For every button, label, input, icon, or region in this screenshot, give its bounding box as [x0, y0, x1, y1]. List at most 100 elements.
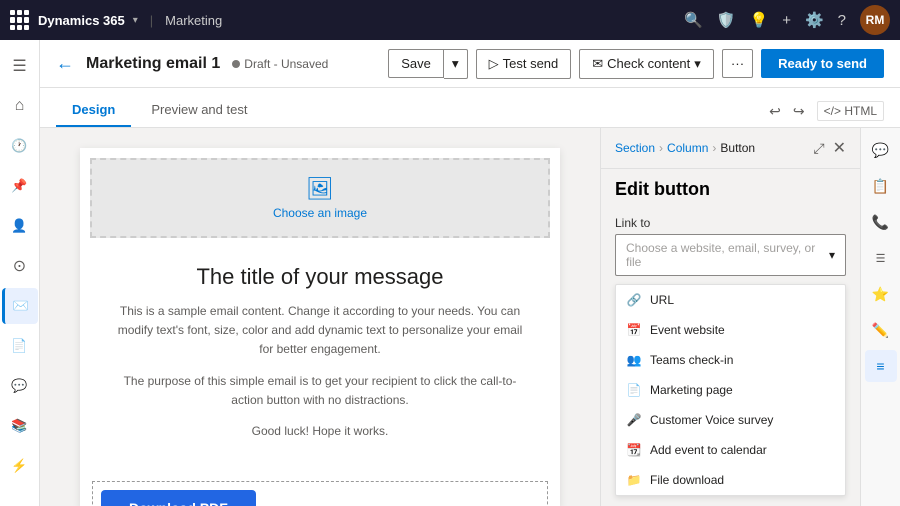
save-button[interactable]: Save — [388, 49, 444, 78]
panel-close-button[interactable]: ✕ — [833, 138, 846, 158]
app-grid-icon[interactable] — [10, 10, 30, 30]
breadcrumb-button: Button — [720, 141, 755, 155]
breadcrumb-sep2: › — [712, 141, 716, 155]
edit-panel-title: Edit button — [601, 169, 860, 206]
check-content-button[interactable]: ✉ Check content ▾ — [579, 49, 714, 79]
help-icon[interactable]: ? — [838, 12, 846, 29]
panel-header-actions: ⤢ ✕ — [813, 138, 846, 158]
menu-item-event-label: Event website — [650, 323, 725, 337]
ready-to-send-button[interactable]: Ready to send — [761, 49, 884, 78]
idea-icon[interactable]: 💡 — [750, 11, 769, 29]
sidebar-item-recent[interactable]: 🕐 — [2, 128, 38, 164]
draft-badge: Draft - Unsaved — [232, 57, 328, 71]
draft-dot — [232, 60, 240, 68]
shield-icon[interactable]: 🛡️ — [717, 11, 736, 29]
check-icon: ✉ — [592, 56, 603, 72]
nav-module: Marketing — [165, 13, 222, 28]
back-button[interactable]: ← — [56, 53, 74, 74]
html-button[interactable]: </> HTML — [817, 101, 884, 121]
sidebar-item-segments[interactable]: ⊙ — [2, 248, 38, 284]
test-send-button[interactable]: ▷ Test send — [476, 49, 572, 79]
dropdown-caret: ▾ — [829, 248, 835, 262]
undo-icon[interactable]: ↩ — [769, 103, 781, 120]
breadcrumb-section[interactable]: Section — [615, 141, 655, 155]
sidebar-item-menu[interactable]: ☰ — [2, 48, 38, 84]
settings-icon[interactable]: ⚙️ — [805, 11, 824, 29]
breadcrumb-sep1: › — [659, 141, 663, 155]
tabs-bar: Design Preview and test ↩ ↪ </> HTML — [40, 88, 900, 128]
menu-item-event[interactable]: 📅 Event website — [616, 315, 845, 345]
user-avatar[interactable]: RM — [860, 5, 890, 35]
email-body: The title of your message This is a samp… — [80, 248, 560, 469]
sidebar-item-analytics[interactable]: ⚡ — [2, 448, 38, 484]
menu-item-marketing-page[interactable]: 📄 Marketing page — [616, 375, 845, 405]
left-sidebar: ☰ ⌂ 🕐 📌 👤 ⊙ ✉️ 📄 💬 📚 ⚡ — [0, 40, 40, 506]
strip-icon-star[interactable]: ⭐ — [865, 278, 897, 310]
email-canvas: 🖼 Choose an image The title of your mess… — [80, 148, 560, 506]
sidebar-item-pages[interactable]: 📄 — [2, 328, 38, 364]
sidebar-item-contacts[interactable]: 👤 — [2, 208, 38, 244]
menu-item-teams-label: Teams check-in — [650, 353, 733, 367]
page-title: Marketing email 1 — [86, 55, 220, 73]
draft-status: Draft - Unsaved — [244, 57, 328, 71]
email-preview[interactable]: 🖼 Choose an image The title of your mess… — [40, 128, 600, 506]
menu-item-file[interactable]: 📁 File download — [616, 465, 845, 495]
edit-panel-header: Section › Column › Button ⤢ ✕ — [601, 128, 860, 169]
sidebar-item-home[interactable]: ⌂ — [2, 88, 38, 124]
email-body-text1[interactable]: This is a sample email content. Change i… — [112, 302, 528, 360]
edit-panel-body: Link to Choose a website, email, survey,… — [601, 206, 860, 506]
image-icon: 🖼 — [306, 176, 334, 202]
test-send-icon: ▷ — [489, 56, 499, 72]
more-button[interactable]: ··· — [722, 49, 753, 78]
menu-item-voice-survey[interactable]: 🎤 Customer Voice survey — [616, 405, 845, 435]
link-to-dropdown[interactable]: Choose a website, email, survey, or file… — [615, 234, 846, 276]
menu-item-url[interactable]: 🔗 URL — [616, 285, 845, 315]
content-row: 🖼 Choose an image The title of your mess… — [40, 128, 900, 506]
check-caret: ▾ — [694, 56, 701, 72]
brand-caret[interactable]: ▾ — [133, 15, 138, 26]
tab-preview[interactable]: Preview and test — [135, 94, 263, 127]
add-event-icon: 📆 — [626, 442, 642, 458]
tab-design[interactable]: Design — [56, 94, 131, 127]
search-icon[interactable]: 🔍 — [684, 11, 703, 29]
email-title[interactable]: The title of your message — [112, 264, 528, 290]
event-icon: 📅 — [626, 322, 642, 338]
email-cta-section[interactable]: Download PDF — [92, 481, 548, 506]
email-body-text3[interactable]: Good luck! Hope it works. — [112, 422, 528, 441]
header-actions: Save ▾ ▷ Test send ✉ Check content ▾ ···… — [388, 49, 884, 79]
menu-item-voice-survey-label: Customer Voice survey — [650, 413, 773, 427]
email-body-text2[interactable]: The purpose of this simple email is to g… — [112, 372, 528, 410]
top-nav: Dynamics 365 ▾ | Marketing 🔍 🛡️ 💡 + ⚙️ ?… — [0, 0, 900, 40]
email-image-section[interactable]: 🖼 Choose an image — [90, 158, 550, 238]
strip-icon-chat[interactable]: 💬 — [865, 134, 897, 166]
menu-item-url-label: URL — [650, 293, 674, 307]
email-cta-button[interactable]: Download PDF — [101, 490, 256, 506]
menu-item-add-event[interactable]: 📆 Add event to calendar — [616, 435, 845, 465]
add-icon[interactable]: + — [782, 12, 791, 29]
sidebar-item-emails[interactable]: ✉️ — [2, 288, 38, 324]
strip-icon-content[interactable]: ☰ — [865, 242, 897, 274]
choose-image-label[interactable]: Choose an image — [273, 206, 367, 220]
save-group: Save ▾ — [388, 49, 467, 79]
sidebar-item-chat[interactable]: 💬 — [2, 368, 38, 404]
strip-icon-list[interactable]: ≡ — [865, 350, 897, 382]
brand-name[interactable]: Dynamics 365 — [38, 13, 125, 28]
teams-icon: 👥 — [626, 352, 642, 368]
strip-icon-phone[interactable]: 📞 — [865, 206, 897, 238]
sidebar-item-pinned[interactable]: 📌 — [2, 168, 38, 204]
panel-expand-icon[interactable]: ⤢ — [813, 140, 824, 157]
main-area: ← Marketing email 1 Draft - Unsaved Save… — [40, 40, 900, 506]
sidebar-item-library[interactable]: 📚 — [2, 408, 38, 444]
menu-item-teams[interactable]: 👥 Teams check-in — [616, 345, 845, 375]
strip-icon-clipboard[interactable]: 📋 — [865, 170, 897, 202]
breadcrumb-column[interactable]: Column — [667, 141, 708, 155]
right-icon-strip: 💬 📋 📞 ☰ ⭐ ✏️ ≡ — [860, 128, 900, 506]
header-bar: ← Marketing email 1 Draft - Unsaved Save… — [40, 40, 900, 88]
save-split-button[interactable]: ▾ — [444, 49, 468, 79]
tab-actions: ↩ ↪ </> HTML — [769, 101, 884, 127]
redo-icon[interactable]: ↪ — [793, 103, 805, 120]
file-icon: 📁 — [626, 472, 642, 488]
edit-panel: Section › Column › Button ⤢ ✕ Edit butto… — [601, 128, 860, 506]
marketing-page-icon: 📄 — [626, 382, 642, 398]
strip-icon-format[interactable]: ✏️ — [865, 314, 897, 346]
